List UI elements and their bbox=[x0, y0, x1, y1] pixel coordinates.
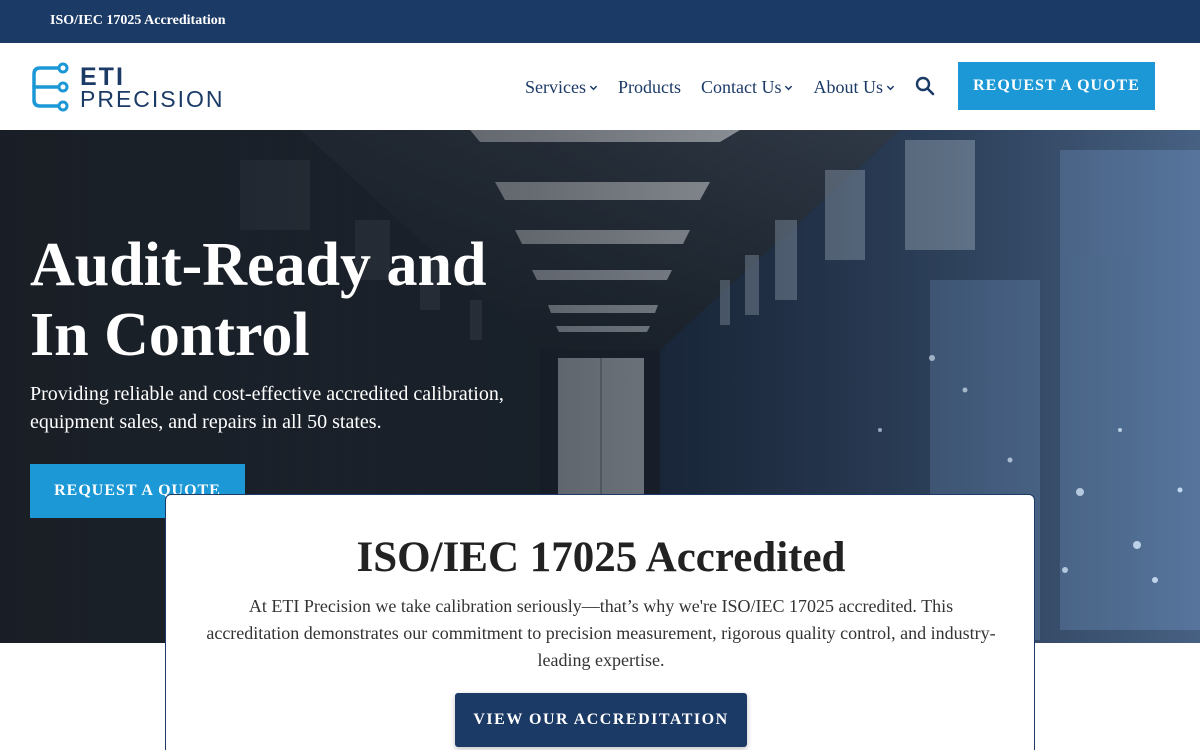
nav-label: About Us bbox=[813, 76, 883, 97]
top-announcement-bar: ISO/IEC 17025 Accreditation bbox=[0, 0, 1200, 43]
main-nav: Services Products Contact Us About Us bbox=[525, 76, 915, 98]
hero-title: Audit-Ready and In Control bbox=[30, 230, 590, 370]
hero-subtitle: Providing reliable and cost-effective ac… bbox=[30, 383, 504, 433]
chevron-down-icon bbox=[785, 85, 793, 90]
view-accreditation-button[interactable]: VIEW OUR ACCREDITATION bbox=[455, 693, 747, 747]
site-header: ETI PRECISION Services Products Contact … bbox=[0, 43, 1200, 130]
eti-precision-logo[interactable]: ETI PRECISION bbox=[30, 60, 230, 114]
logo-text-precision: PRECISION bbox=[80, 86, 225, 112]
nav-item-products[interactable]: Products bbox=[618, 77, 681, 98]
accreditation-title: ISO/IEC 17025 Accredited bbox=[356, 534, 846, 581]
circuit-logo-icon bbox=[32, 62, 69, 112]
nav-label: Products bbox=[617, 76, 681, 97]
hero-title-line-1: Audit-Ready and bbox=[30, 231, 487, 299]
nav-label: Contact Us bbox=[700, 76, 782, 97]
chevron-down-icon bbox=[589, 85, 598, 90]
accreditation-card: ISO/IEC 17025 Accredited At ETI Precisio… bbox=[165, 494, 1035, 750]
announcement-text[interactable]: ISO/IEC 17025 Accreditation bbox=[50, 13, 226, 29]
chevron-down-icon bbox=[886, 85, 895, 90]
request-quote-button[interactable]: REQUEST A QUOTE bbox=[958, 62, 1155, 110]
nav-label: Services bbox=[525, 76, 586, 97]
hero-title-line-2: In Control bbox=[30, 301, 310, 369]
nav-item-services[interactable]: Services bbox=[525, 77, 598, 98]
accreditation-description: At ETI Precision we take calibration ser… bbox=[206, 596, 996, 670]
nav-item-about-us[interactable]: About Us bbox=[813, 77, 895, 98]
search-icon[interactable] bbox=[915, 76, 935, 96]
nav-item-contact-us[interactable]: Contact Us bbox=[701, 77, 794, 98]
